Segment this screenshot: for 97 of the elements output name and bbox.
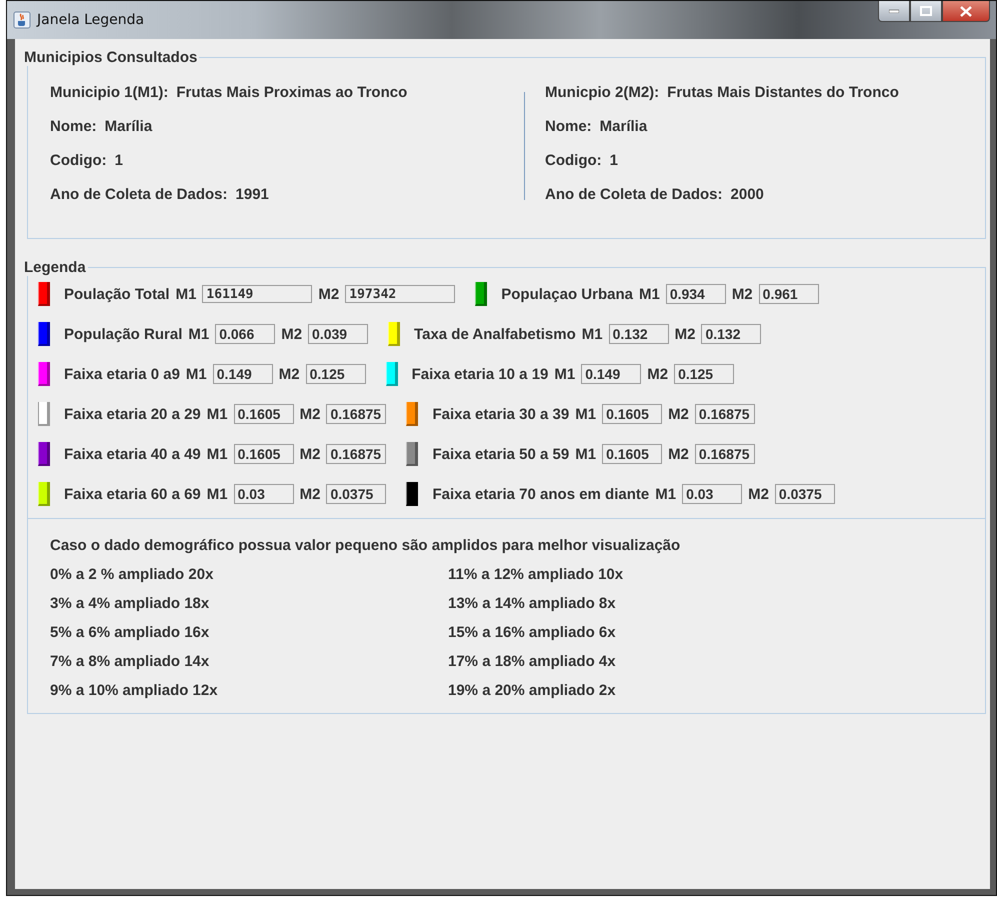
- m1-label: M1: [655, 486, 676, 502]
- field-label: Nome:: [50, 118, 97, 135]
- value-field[interactable]: 0.132: [701, 324, 762, 344]
- m2-label: M2: [281, 326, 302, 342]
- m2-label: M2: [300, 486, 320, 502]
- value-field[interactable]: 0.03: [234, 484, 294, 504]
- scaling-rule: 9% a 10% ampliado 12x: [50, 682, 219, 699]
- value-field[interactable]: 0.1605: [234, 444, 294, 464]
- m1-label: M1: [206, 406, 228, 422]
- legend-label: Faixa etaria 40 a 49: [64, 446, 201, 462]
- panel-title: Municipios Consultados: [23, 49, 198, 66]
- legend-label: Faixa etaria 70 anos em diante: [432, 486, 650, 502]
- value-field[interactable]: 0.961: [758, 284, 819, 304]
- m2-label: M2: [300, 406, 320, 422]
- value-field[interactable]: 0.149: [212, 364, 273, 384]
- field-value: Frutas Mais Distantes do Tronco: [667, 84, 899, 101]
- m2-label: M2: [647, 366, 668, 382]
- legend-label: Faixa etaria 50 a 59: [432, 446, 570, 462]
- field-value: 1: [610, 152, 618, 169]
- m1-label: M1: [638, 286, 660, 302]
- scaling-rule: 17% a 18% ampliado 4x: [448, 653, 617, 670]
- m2-label: M2: [668, 406, 689, 422]
- value-field[interactable]: 197342: [345, 285, 456, 303]
- field-label: Municpio 2(M2):: [545, 84, 660, 101]
- field-value: 2000: [730, 186, 764, 203]
- maximize-icon: [920, 6, 932, 16]
- minimize-button[interactable]: [878, 1, 910, 22]
- m1-label: M1: [176, 286, 196, 302]
- m2-label: M2: [748, 486, 769, 502]
- scaling-rule: 5% a 6% ampliado 16x: [50, 624, 210, 641]
- window-title: Janela Legenda: [37, 12, 144, 28]
- field-label: Ano de Coleta de Dados:: [50, 186, 228, 203]
- scaling-rule: 15% a 16% ampliado 6x: [448, 624, 617, 641]
- field-label: Municipio 1(M1):: [50, 84, 168, 101]
- value-field[interactable]: 0.03: [682, 484, 742, 504]
- field-label: Ano de Coleta de Dados:: [545, 186, 723, 203]
- value-field[interactable]: 0.0375: [774, 484, 835, 504]
- close-button[interactable]: [942, 1, 990, 22]
- value-field[interactable]: 0.0375: [326, 484, 386, 504]
- scaling-rule: 19% a 20% ampliado 2x: [448, 682, 617, 699]
- value-field[interactable]: 0.16875: [326, 404, 386, 424]
- m1-label: M1: [206, 446, 228, 462]
- m2-label: M2: [674, 326, 696, 342]
- field-value: 1: [114, 152, 123, 169]
- value-field[interactable]: 0.039: [308, 324, 368, 344]
- legend-label: Faixa etaria 0 a9: [64, 366, 180, 382]
- legend-label: Faixa etaria 20 a 29: [64, 406, 201, 422]
- field-label: Codigo:: [545, 152, 602, 169]
- scaling-note: Caso o dado demográfico possua valor pequeno são amplidos para melhor visualização: [50, 537, 682, 554]
- close-icon: [960, 6, 972, 16]
- m2-label: M2: [732, 286, 753, 302]
- legend-label: Faixa etaria 60 a 69: [64, 486, 201, 502]
- legend-label: População Rural: [64, 326, 182, 342]
- m1-label: M1: [188, 326, 210, 342]
- minimize-icon: [889, 9, 899, 13]
- m1-label: M1: [582, 326, 603, 342]
- value-field[interactable]: 0.16875: [694, 404, 755, 424]
- value-field[interactable]: 161149: [202, 285, 312, 303]
- scaling-rule: 0% a 2 % ampliado 20x: [50, 566, 214, 583]
- legend-label: Poulação Total: [64, 286, 170, 302]
- value-field[interactable]: 0.125: [674, 364, 734, 384]
- legend-label: Faixa etaria 10 a 19: [412, 366, 548, 382]
- m1-label: M1: [186, 366, 207, 382]
- field-value: Marília: [104, 118, 152, 135]
- m1-label: M1: [206, 486, 228, 502]
- legend-label: Faixa etaria 30 a 39: [432, 406, 570, 422]
- field-value: 1991: [236, 186, 269, 203]
- field-label: Codigo:: [50, 152, 107, 169]
- value-field[interactable]: 0.1605: [234, 404, 294, 424]
- field-label: Nome:: [545, 118, 592, 135]
- scaling-rule: 7% a 8% ampliado 14x: [50, 653, 210, 670]
- field-value: Marília: [600, 118, 648, 135]
- value-field[interactable]: 0.16875: [694, 444, 755, 464]
- scaling-rule: 3% a 4% ampliado 18x: [50, 595, 210, 612]
- scaling-rule: 11% a 12% ampliado 10x: [448, 566, 624, 583]
- m2-label: M2: [278, 366, 300, 382]
- maximize-button[interactable]: [910, 1, 942, 22]
- cup-icon: [13, 11, 31, 29]
- value-field[interactable]: 0.132: [608, 324, 669, 344]
- value-field[interactable]: 0.125: [306, 364, 366, 384]
- m1-label: M1: [575, 406, 596, 422]
- m2-label: M2: [318, 286, 340, 302]
- value-field[interactable]: 0.1605: [602, 444, 662, 464]
- value-field[interactable]: 0.1605: [602, 404, 662, 424]
- value-field[interactable]: 0.934: [666, 284, 726, 304]
- value-field[interactable]: 0.16875: [326, 444, 386, 464]
- m1-label: M1: [575, 446, 596, 462]
- panel-title: Legenda: [23, 259, 87, 276]
- m1-label: M1: [554, 366, 576, 382]
- value-field[interactable]: 0.066: [215, 324, 276, 344]
- m2-label: M2: [300, 446, 320, 462]
- legend-label: Taxa de Analfabetismo: [414, 326, 576, 342]
- legend-label: Populaçao Urbana: [501, 286, 633, 302]
- field-value: Frutas Mais Proximas ao Tronco: [176, 84, 408, 101]
- value-field[interactable]: 0.149: [581, 364, 642, 384]
- scaling-rule: 13% a 14% ampliado 8x: [448, 595, 617, 612]
- m2-label: M2: [668, 446, 689, 462]
